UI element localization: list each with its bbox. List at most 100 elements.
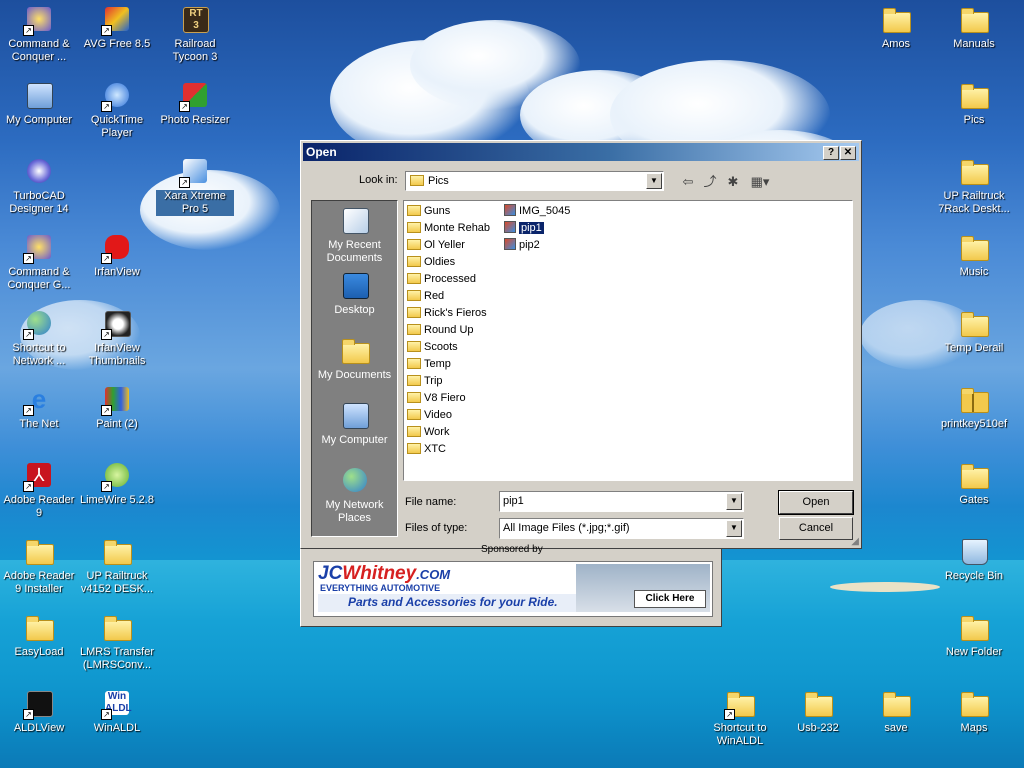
place-my-recent-documents[interactable]: My Recent Documents	[312, 205, 397, 265]
desktop-icon-irfanview-thumbnails[interactable]: ↗ IrfanView Thumbnails	[78, 308, 156, 368]
desktop-icon-adobe-reader[interactable]: ⅄ ↗ Adobe Reader 9	[0, 460, 78, 520]
folder-icon	[407, 323, 421, 335]
rt3-icon: RT 3	[183, 7, 209, 33]
place-desktop[interactable]: Desktop	[312, 270, 397, 317]
list-item[interactable]: pip2	[504, 237, 540, 254]
list-item[interactable]: Guns	[407, 203, 450, 220]
folder-icon	[407, 374, 421, 386]
file-list[interactable]: Guns Monte Rehab Ol Yeller Oldies Proces…	[403, 200, 853, 481]
dialog-title: Open	[306, 145, 337, 159]
desktop-icon-maps[interactable]: Maps	[935, 688, 1013, 735]
place-my-documents[interactable]: My Documents	[312, 335, 397, 382]
desktop-icon-easyload[interactable]: EasyLoad	[0, 612, 78, 659]
desktop-icon-photo-resizer[interactable]: ↗ Photo Resizer	[156, 80, 234, 127]
desktop-icon-temp-derail[interactable]: Temp Derail	[935, 308, 1013, 355]
desktop-icon-winaldl[interactable]: Win ALDL ↗ WinALDL	[78, 688, 156, 735]
ad-banner[interactable]: JCWhitney.COM EVERYTHING AUTOMOTIVE Part…	[313, 561, 713, 617]
desktop-icon-up-railtruck-v4152[interactable]: UP Railtruck v4152 DESK...	[78, 536, 156, 596]
desktop-icon-my-computer[interactable]: My Computer	[0, 80, 78, 127]
list-item[interactable]: Work	[407, 424, 449, 441]
list-item[interactable]: Oldies	[407, 254, 455, 271]
folder-icon	[407, 340, 421, 352]
list-item[interactable]: Video	[407, 407, 452, 424]
desktop-icon-shortcut-winaldl[interactable]: ↗ Shortcut to WinALDL	[701, 688, 779, 748]
look-in-label: Look in:	[359, 174, 398, 186]
place-my-computer[interactable]: My Computer	[312, 400, 397, 447]
place-my-network-places[interactable]: My Network Places	[312, 465, 397, 525]
list-item[interactable]: Processed	[407, 271, 476, 288]
list-item[interactable]: IMG_5045	[504, 203, 570, 220]
desktop-icon-amos[interactable]: Amos	[857, 4, 935, 51]
desktop-icon-music[interactable]: Music	[935, 232, 1013, 279]
resize-grip-icon[interactable]: ◢	[851, 536, 859, 547]
list-item[interactable]: Temp	[407, 356, 451, 373]
list-item[interactable]: V8 Fiero	[407, 390, 466, 407]
desktop-icon-lmrs-transfer[interactable]: LMRS Transfer (LMRSConv...	[78, 612, 156, 672]
desktop-icon-limewire[interactable]: ↗ LimeWire 5.2.8	[78, 460, 156, 507]
desktop-icon-aldlview[interactable]: ↗ ALDLView	[0, 688, 78, 735]
folder-icon	[883, 692, 911, 717]
desktop-icon-railroad-tycoon[interactable]: RT 3 Railroad Tycoon 3	[156, 4, 234, 64]
list-item-selected[interactable]: pip1	[504, 220, 544, 237]
desktop-icon-adobe-installer[interactable]: Adobe Reader 9 Installer	[0, 536, 78, 596]
desktop-icon-quicktime[interactable]: ↗ QuickTime Player	[78, 80, 156, 140]
list-item[interactable]: XTC	[407, 441, 446, 458]
dialog-titlebar[interactable]: Open ? ✕	[303, 143, 859, 161]
folder-icon	[407, 357, 421, 369]
folder-icon	[961, 8, 989, 33]
file-name-input[interactable]: pip1 ▼	[499, 491, 744, 512]
folder-icon	[104, 616, 132, 641]
image-file-icon	[504, 238, 516, 251]
desktop-icon-printkey[interactable]: printkey510ef	[935, 384, 1013, 431]
list-item[interactable]: Trip	[407, 373, 443, 390]
desktop-icon-new-folder[interactable]: New Folder	[935, 612, 1013, 659]
list-item[interactable]: Monte Rehab	[407, 220, 490, 237]
chevron-down-icon[interactable]: ▼	[726, 493, 742, 510]
chevron-down-icon[interactable]: ▼	[726, 520, 742, 537]
folder-icon	[407, 272, 421, 284]
up-folder-icon[interactable]: ⤴	[700, 173, 720, 191]
list-item[interactable]: Scoots	[407, 339, 458, 356]
recycle-bin-icon	[962, 539, 988, 565]
desktop-icon-command-conquer[interactable]: ↗ Command & Conquer ...	[0, 4, 78, 64]
desktop-icon-paint[interactable]: ↗ Paint (2)	[78, 384, 156, 431]
ad-panel: Sponsored by JCWhitney.COM EVERYTHING AU…	[300, 544, 722, 627]
desktop-icon-turbocad[interactable]: TurboCAD Designer 14	[0, 156, 78, 216]
help-button[interactable]: ?	[823, 146, 839, 160]
desktop-icon-xara[interactable]: ↗ Xara Xtreme Pro 5	[156, 156, 234, 216]
desktop-icon-gates[interactable]: Gates	[935, 460, 1013, 507]
folder-icon	[26, 616, 54, 641]
back-icon[interactable]: ⇦	[678, 173, 698, 191]
desktop-icon-the-net[interactable]: e ↗ The Net	[0, 384, 78, 431]
file-type-dropdown[interactable]: All Image Files (*.jpg;*.gif) ▼	[499, 518, 744, 539]
desktop-icon-save[interactable]: save	[857, 688, 935, 735]
open-button[interactable]: Open	[778, 490, 854, 515]
network-icon	[342, 468, 367, 492]
desktop-icon-manuals[interactable]: Manuals	[935, 4, 1013, 51]
list-item[interactable]: Round Up	[407, 322, 474, 339]
list-item[interactable]: Rick's Fieros	[407, 305, 487, 322]
desktop-icon-command-conquer-g[interactable]: ↗ Command & Conquer G...	[0, 232, 78, 292]
list-item[interactable]: Ol Yeller	[407, 237, 465, 254]
ad-slogan: Parts and Accessories for your Ride.	[348, 595, 558, 609]
ad-click-here-button[interactable]: Click Here	[634, 590, 706, 608]
chevron-down-icon[interactable]: ▼	[646, 173, 662, 189]
look-in-dropdown[interactable]: Pics ▼	[405, 171, 664, 191]
desktop-icon-pics[interactable]: Pics	[935, 80, 1013, 127]
cancel-button[interactable]: Cancel	[779, 517, 853, 540]
list-item[interactable]: Red	[407, 288, 444, 305]
desktop-icon-up-railtruck-7rack[interactable]: UP Railtruck 7Rack Deskt...	[935, 156, 1013, 216]
desktop-icon	[342, 273, 369, 299]
places-bar: My Recent Documents Desktop My Documents…	[311, 200, 398, 537]
desktop-icon-irfanview[interactable]: ↗ IrfanView	[78, 232, 156, 279]
folder-icon	[410, 175, 424, 186]
desktop-icon-avg[interactable]: ↗ AVG Free 8.5	[78, 4, 156, 51]
new-folder-icon[interactable]: ✱	[723, 173, 743, 191]
close-button[interactable]: ✕	[840, 146, 856, 160]
desktop-icon-recycle-bin[interactable]: Recycle Bin	[935, 536, 1013, 583]
view-menu-icon[interactable]: ▦▾	[747, 173, 773, 191]
folder-icon	[407, 408, 421, 420]
desktop-icon-network-shortcut[interactable]: ↗ Shortcut to Network ...	[0, 308, 78, 368]
folder-icon	[961, 236, 989, 261]
desktop-icon-usb-232[interactable]: Usb-232	[779, 688, 857, 735]
